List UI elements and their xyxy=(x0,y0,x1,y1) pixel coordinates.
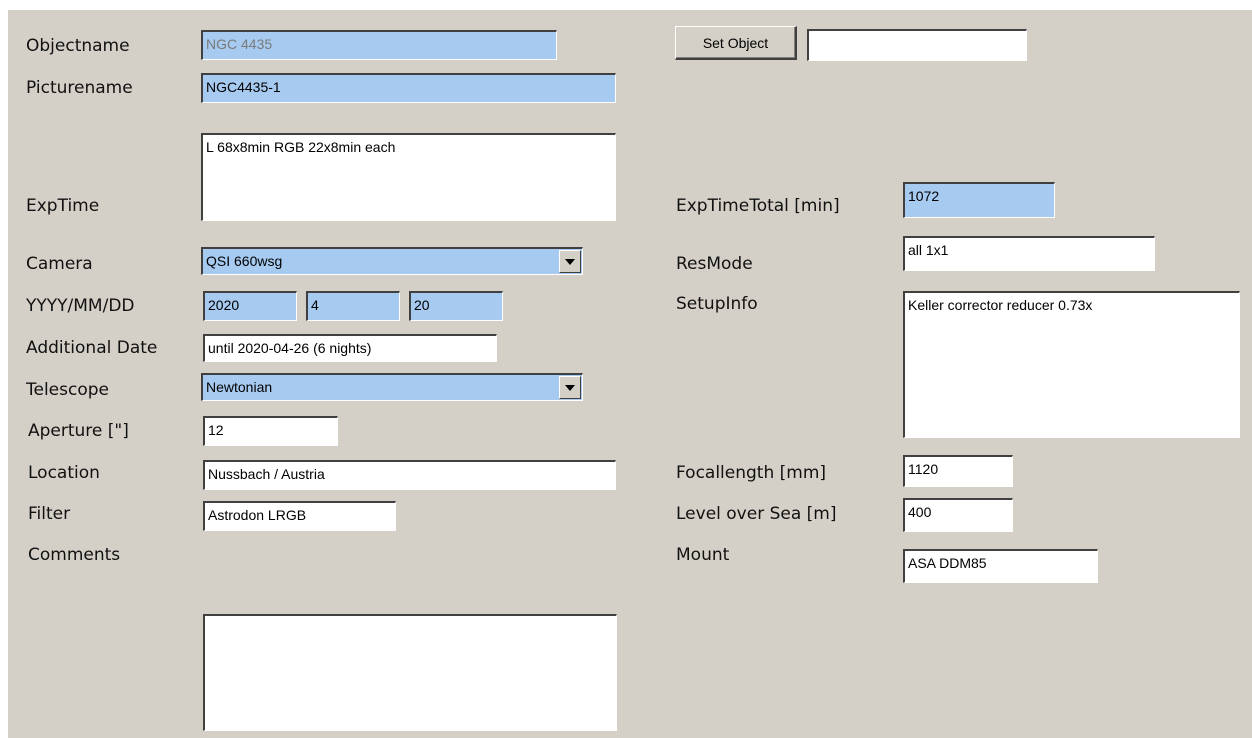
camera-dropdown-button[interactable] xyxy=(559,250,581,273)
camera-select[interactable]: QSI 660wsg xyxy=(201,247,583,275)
label-exptime: ExpTime xyxy=(26,196,100,216)
focallength-field[interactable]: 1120 xyxy=(903,455,1013,487)
label-picturename: Picturename xyxy=(26,78,133,98)
label-resmode: ResMode xyxy=(676,254,753,274)
label-camera: Camera xyxy=(26,254,93,274)
mount-field[interactable]: ASA DDM85 xyxy=(903,549,1098,583)
label-focallength: Focallength [mm] xyxy=(676,463,827,483)
label-level-over-sea: Level over Sea [m] xyxy=(676,504,837,524)
label-filter: Filter xyxy=(28,504,71,524)
comments-field[interactable] xyxy=(203,614,617,731)
camera-select-value: QSI 660wsg xyxy=(206,253,283,269)
level-over-sea-field[interactable]: 400 xyxy=(903,498,1013,532)
label-telescope: Telescope xyxy=(26,380,109,400)
label-exptime-total: ExpTimeTotal [min] xyxy=(676,196,840,216)
additional-date-field[interactable]: until 2020-04-26 (6 nights) xyxy=(203,334,497,362)
resmode-field[interactable]: all 1x1 xyxy=(903,236,1155,271)
exptime-total-field[interactable]: 1072 xyxy=(903,182,1055,218)
exptime-field[interactable]: L 68x8min RGB 22x8min each xyxy=(201,133,616,221)
year-field[interactable]: 2020 xyxy=(203,291,297,321)
month-field[interactable]: 4 xyxy=(306,291,400,321)
label-mount: Mount xyxy=(676,545,730,565)
label-location: Location xyxy=(28,463,100,483)
label-aperture: Aperture ["] xyxy=(28,421,129,441)
day-field[interactable]: 20 xyxy=(409,291,503,321)
label-objectname: Objectname xyxy=(26,36,130,56)
location-field[interactable]: Nussbach / Austria xyxy=(203,460,616,490)
set-object-button[interactable]: Set Object xyxy=(675,26,797,60)
telescope-dropdown-button[interactable] xyxy=(559,376,581,399)
label-additional-date: Additional Date xyxy=(26,338,158,358)
aperture-field[interactable]: 12 xyxy=(203,416,338,446)
label-setupinfo: SetupInfo xyxy=(676,294,758,314)
label-comments: Comments xyxy=(28,545,121,565)
chevron-down-icon xyxy=(565,384,575,391)
objectname-field[interactable]: NGC 4435 xyxy=(201,30,557,60)
picturename-field[interactable]: NGC4435-1 xyxy=(201,73,616,103)
set-object-input[interactable] xyxy=(807,29,1027,61)
chevron-down-icon xyxy=(565,258,575,265)
form-panel: Objectname Picturename ExpTime Camera YY… xyxy=(8,10,1252,738)
filter-field[interactable]: Astrodon LRGB xyxy=(203,501,396,531)
label-date: YYYY/MM/DD xyxy=(26,296,135,316)
telescope-select[interactable]: Newtonian xyxy=(201,373,583,401)
setupinfo-field[interactable]: Keller corrector reducer 0.73x xyxy=(903,291,1240,438)
telescope-select-value: Newtonian xyxy=(206,379,273,395)
